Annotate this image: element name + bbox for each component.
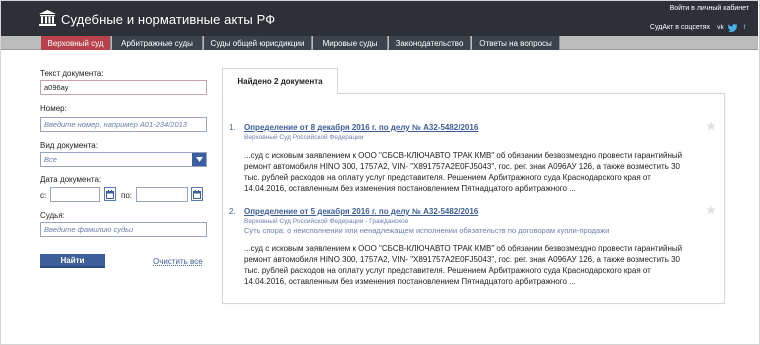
main-nav: Верховный суд Арбитражные суды Суды обще…	[1, 36, 758, 50]
date-to-label: по:	[121, 191, 133, 200]
vk-icon[interactable]: vk	[716, 23, 725, 32]
search-button[interactable]: Найти	[40, 254, 105, 268]
result-2-line-2: ремонт автомобиля HINO 300, 1757A2, VIN-…	[244, 255, 680, 264]
number-placeholder: Введите номер, например А01-234/2013	[44, 120, 187, 129]
date-to-input[interactable]	[136, 187, 188, 202]
tab-answers[interactable]: Ответы на вопросы	[472, 36, 560, 50]
result-2-subject: Суть спора: о неисполнении или ненадлежа…	[244, 226, 610, 235]
result-1-line-1: ...суд с исковым заявлением к ООО "СБСВ-…	[244, 151, 683, 160]
doc-text-label: Текст документа:	[40, 69, 104, 78]
result-2-line-1: ...суд с исковым заявлением к ООО "СБСВ-…	[244, 244, 683, 253]
number-label: Номер:	[40, 104, 67, 113]
found-count: Найдено 2 документа	[222, 68, 338, 94]
result-1-title[interactable]: Определение от 8 декабря 2016 г. по делу…	[244, 123, 478, 132]
result-2-line-3: тыс. рублей расходов на оплату услуг пре…	[244, 266, 651, 275]
doc-type-value: Все	[44, 155, 57, 164]
date-from-label: с:	[40, 191, 47, 200]
result-2-line-4: 14.04.2016, оставленным без изменения по…	[244, 277, 576, 286]
result-1-line-4: 14.04.2016, оставленным без изменения по…	[244, 184, 576, 193]
number-input[interactable]: Введите номер, например А01-234/2013	[40, 117, 207, 132]
result-2-title[interactable]: Определение от 5 декабря 2016 г. по делу…	[244, 207, 478, 216]
date-from-input[interactable]	[50, 187, 100, 202]
judge-label: Судья:	[40, 211, 65, 220]
result-1-snippet: ...суд с исковым заявлением к ООО "СБСВ-…	[244, 150, 719, 194]
result-1-line-2: ремонт автомобиля HINO 300, 1757A2, VIN-…	[244, 162, 680, 171]
tab-supreme-court[interactable]: Верховный суд	[41, 36, 111, 50]
facebook-icon[interactable]: f	[740, 23, 749, 32]
tab-magistrate-courts[interactable]: Мировые суды	[313, 36, 388, 50]
date-label: Дата документа:	[40, 175, 102, 184]
result-1-star-icon[interactable]	[706, 121, 716, 131]
result-1-court: Верховный Суд Российской Федерации	[244, 134, 364, 141]
tab-legislation[interactable]: Законодательство	[389, 36, 471, 50]
calendar-to-icon[interactable]	[191, 187, 203, 201]
clear-all-link[interactable]: Очистить все	[153, 257, 203, 266]
login-link[interactable]: Войти в личный кабинет	[670, 5, 749, 12]
site-header: Судебные и нормативные акты РФ Войти в л…	[1, 1, 758, 36]
site-title[interactable]: Судебные и нормативные акты РФ	[61, 12, 275, 27]
calendar-from-icon[interactable]	[104, 187, 116, 201]
result-2-court: Верховный Суд Российской Федерации - Гра…	[244, 218, 409, 225]
social-label: СудАкт в соцсетях	[649, 24, 710, 31]
judge-input[interactable]: Введите фамилию судьи	[40, 222, 207, 237]
judge-placeholder: Введите фамилию судьи	[44, 225, 134, 234]
social-row: СудАкт в соцсетях vk f	[650, 23, 749, 32]
doc-type-select[interactable]: Все	[40, 152, 207, 167]
twitter-icon[interactable]	[728, 23, 737, 32]
result-2-snippet: ...суд с исковым заявлением к ООО "СБСВ-…	[244, 243, 719, 287]
result-2-star-icon[interactable]	[706, 205, 716, 215]
result-1-line-3: тыс. рублей расходов на оплату услуг пре…	[244, 173, 651, 182]
courthouse-logo-icon[interactable]	[39, 10, 56, 26]
result-1-number: 1.	[229, 123, 236, 132]
doc-text-value: а096ау	[44, 83, 69, 92]
doc-type-label: Вид документа:	[40, 141, 98, 150]
chevron-down-icon[interactable]	[192, 153, 206, 166]
tab-general-courts[interactable]: Суды общей юрисдикции	[204, 36, 312, 50]
tab-arbitration-courts[interactable]: Арбитражные суды	[112, 36, 203, 50]
result-2-number: 2.	[229, 207, 236, 216]
doc-text-input[interactable]: а096ау	[40, 80, 207, 95]
